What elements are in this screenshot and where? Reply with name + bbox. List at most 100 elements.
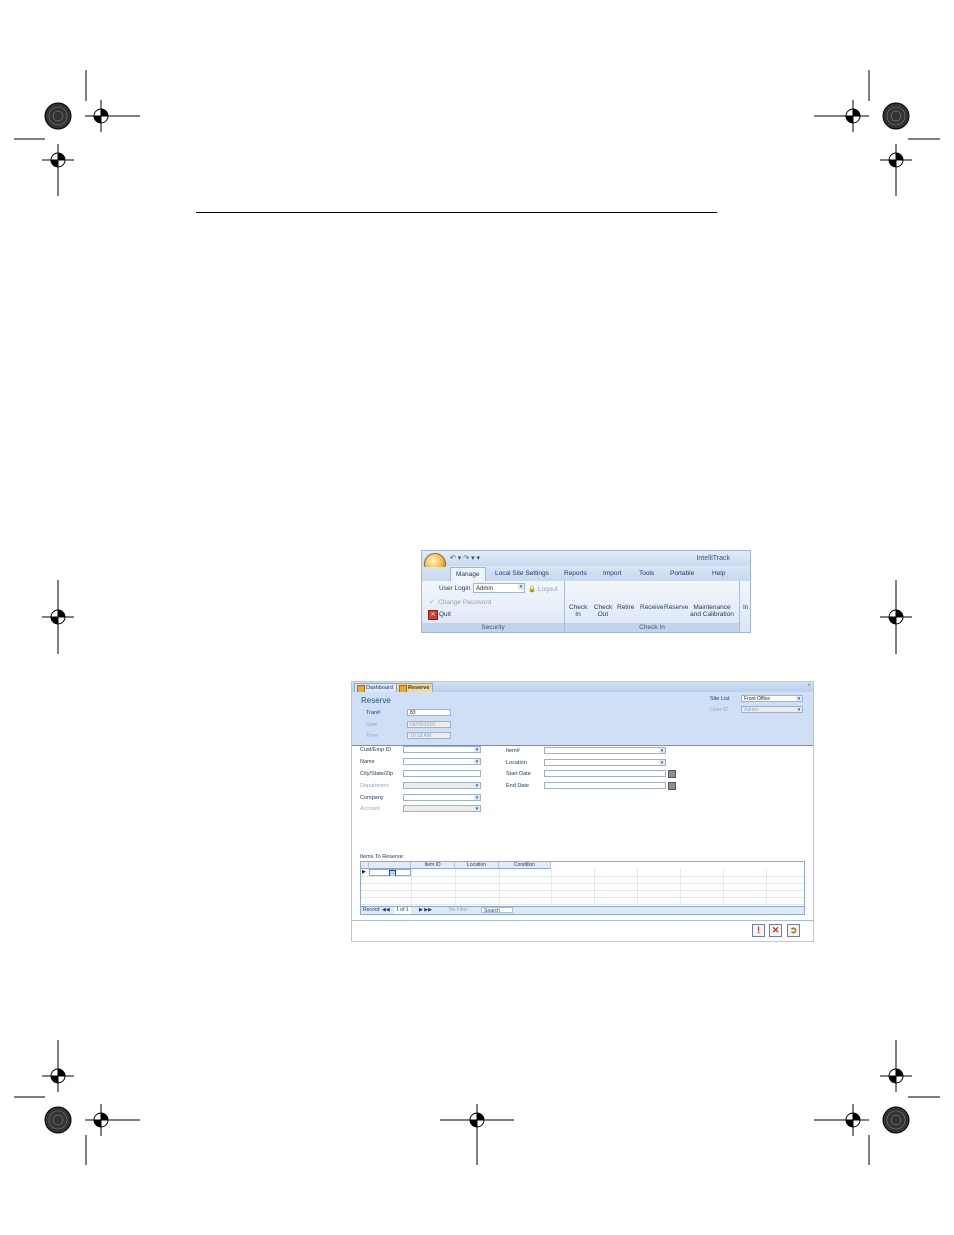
change-password-label: Change Password: [438, 599, 492, 606]
grid-col: [551, 869, 552, 907]
grid-row: [361, 904, 804, 905]
quick-access-toolbar[interactable]: ↶ ▾ ↷ ▾ ▾: [450, 554, 480, 562]
grid-row: [361, 876, 804, 877]
no-filter-label[interactable]: No Filter: [449, 907, 468, 914]
form-footer-rule: [352, 920, 813, 921]
security-group-label: Security: [422, 623, 564, 632]
maintenance-calibration-button[interactable]: Maintenance and Calibration: [688, 604, 736, 618]
account-label: Account: [360, 806, 380, 812]
grid-col: [455, 869, 456, 907]
grid-row: [361, 890, 804, 891]
user-id-select: Admin: [741, 706, 803, 713]
grid-col: [411, 869, 412, 907]
user-login-value: Admin: [476, 586, 494, 592]
document-tabs: Dashboard Reserve ×: [352, 682, 813, 693]
user-id-value: Admin: [744, 707, 759, 713]
cust-emp-id-label: Cust/Emp ID: [360, 747, 392, 753]
grid-row: [361, 883, 804, 884]
record-navigation-bar: Record: ◀◀ 1 of 1 ▶ ▶▶ No Filter Search: [361, 906, 804, 914]
logout-button[interactable]: 🔒 Logout: [528, 585, 558, 593]
company-label: Company: [360, 795, 384, 801]
grid-header-item-id[interactable]: Item ID: [411, 862, 455, 869]
account-select: [403, 805, 481, 812]
tab-portable[interactable]: Portable: [670, 570, 694, 577]
grid-header-item[interactable]: [369, 862, 411, 869]
date-field: 04/05/2010: [407, 721, 451, 728]
tab-tools[interactable]: Tools: [639, 570, 654, 577]
record-label: Record:: [363, 907, 381, 913]
cust-emp-id-select[interactable]: [403, 746, 481, 753]
user-id-label: User ID: [710, 707, 729, 713]
reserve-button[interactable]: Reserve: [664, 604, 688, 611]
location-select[interactable]: [544, 759, 666, 766]
record-position[interactable]: 1 of 1: [394, 907, 411, 914]
header-rule: [196, 212, 717, 213]
calendar-icon[interactable]: [668, 770, 676, 778]
row-selector-header: [361, 862, 369, 869]
grid-col: [594, 869, 595, 907]
check-in-button[interactable]: Check In: [569, 604, 587, 618]
retire-button[interactable]: Retire: [617, 604, 634, 611]
company-select[interactable]: [403, 794, 481, 801]
current-row-icon: ▶: [362, 869, 366, 875]
ribbon-screenshot: ↶ ▾ ↷ ▾ ▾ IntelliTrack Manage Local Site…: [421, 550, 751, 633]
reserve-form-screenshot: Dashboard Reserve × Reserve Tran# 83 Dat…: [351, 681, 814, 942]
department-select: [403, 782, 481, 789]
site-list-select[interactable]: Front Office: [741, 695, 803, 702]
grid-col: [680, 869, 681, 907]
end-date-label: End Date: [506, 783, 529, 789]
tran-field[interactable]: 83: [407, 709, 451, 716]
overflow-group-button[interactable]: In: [743, 604, 748, 611]
tab-dashboard-label: Dashboard: [366, 685, 393, 691]
logout-label: Logout: [537, 586, 558, 593]
close-icon[interactable]: ×: [807, 683, 811, 689]
calendar-icon[interactable]: [668, 782, 676, 790]
tab-import[interactable]: Import: [603, 570, 621, 577]
tran-label: Tran#: [366, 710, 381, 716]
user-login-select[interactable]: Admin: [473, 583, 525, 593]
name-select[interactable]: [403, 758, 481, 765]
cancel-button[interactable]: ✕: [769, 924, 782, 937]
tab-manage[interactable]: Manage: [450, 567, 486, 581]
items-grid: Item ID Location Condition ▶ Record: ◀◀ …: [360, 861, 805, 915]
grid-header-location[interactable]: Location: [455, 862, 499, 869]
grid-col: [499, 869, 500, 907]
change-password-button[interactable]: ✓ Change Password: [429, 598, 491, 606]
name-label: Name: [360, 759, 375, 765]
receive-button[interactable]: Receive: [640, 604, 663, 611]
time-field: 10:18 AM: [407, 732, 451, 739]
item-number-label: Item#: [506, 748, 520, 754]
form-title: Reserve: [361, 696, 391, 705]
search-box[interactable]: Search: [481, 907, 513, 914]
tab-help[interactable]: Help: [712, 570, 725, 577]
exit-button[interactable]: ➲: [787, 924, 800, 937]
user-login-label: User Login: [439, 585, 471, 592]
ribbon-title-bar: ↶ ▾ ↷ ▾ ▾ IntelliTrack: [422, 551, 750, 566]
grid-header-condition[interactable]: Condition: [499, 862, 551, 869]
check-out-button[interactable]: Check Out: [593, 604, 613, 618]
quit-icon: ✕: [428, 610, 438, 620]
first-record-icon[interactable]: ◀◀: [382, 907, 390, 914]
grid-col: [766, 869, 767, 907]
city-state-zip-label: City/State/Zip: [360, 771, 394, 777]
location-label: Location: [506, 760, 527, 766]
item-number-select[interactable]: [544, 747, 666, 754]
tab-reserve-label: Reserve: [408, 685, 430, 691]
site-list-label: Site List: [710, 696, 730, 702]
checkin-group-label: Check In: [565, 623, 739, 632]
grid-col: [637, 869, 638, 907]
department-label: Department: [360, 783, 389, 789]
tab-local-site-settings[interactable]: Local Site Settings: [495, 570, 549, 577]
alert-button[interactable]: !: [752, 924, 765, 937]
ribbon-tabs: Manage Local Site Settings Reports Impor…: [422, 567, 750, 581]
end-date-field[interactable]: [544, 782, 666, 789]
date-label: Date: [366, 722, 378, 728]
next-record-icon[interactable]: ▶ ▶▶: [419, 907, 432, 914]
quit-button[interactable]: Quit: [439, 611, 451, 618]
start-date-field[interactable]: [544, 770, 666, 777]
city-state-zip-field[interactable]: [403, 770, 481, 777]
items-to-reserve-title: Items To Reserve:: [360, 854, 405, 860]
start-date-label: Start Date: [506, 771, 531, 777]
tab-reports[interactable]: Reports: [564, 570, 587, 577]
site-list-value: Front Office: [744, 696, 771, 702]
